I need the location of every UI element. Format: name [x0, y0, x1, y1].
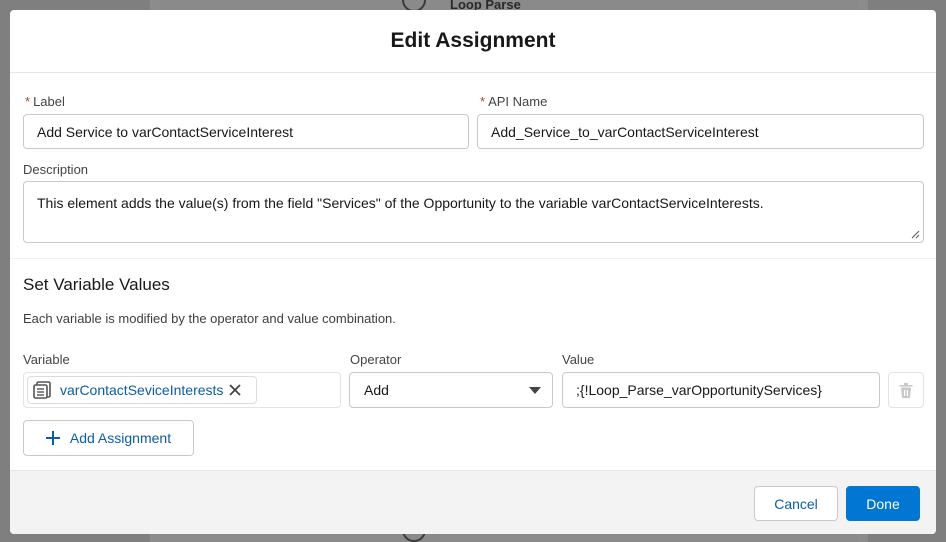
modal-header: Edit Assignment [10, 10, 936, 73]
chevron-down-icon [529, 387, 541, 394]
section-divider [10, 258, 936, 259]
variable-lookup[interactable]: varContactSeviceInterests [23, 372, 341, 408]
api-name-input-value: Add_Service_to_varContactServiceInterest [491, 123, 759, 140]
label-input-value: Add Service to varContactServiceInterest [37, 123, 294, 140]
value-input-value: ;{!Loop_Parse_varOpportunityServices} [576, 382, 822, 398]
cancel-button[interactable]: Cancel [754, 486, 838, 521]
description-textarea-value: This element adds the value(s) from the … [37, 195, 764, 211]
label-field-label: * Label [25, 94, 65, 109]
add-assignment-button[interactable]: Add Assignment [23, 420, 194, 456]
description-textarea[interactable]: This element adds the value(s) from the … [23, 181, 924, 243]
done-button[interactable]: Done [846, 486, 920, 521]
operator-select[interactable]: Add [349, 372, 553, 408]
add-icon [45, 431, 60, 445]
operator-selected-value: Add [364, 382, 389, 398]
add-assignment-label: Add Assignment [69, 430, 172, 446]
delete-row-button[interactable] [888, 372, 924, 408]
api-name-field-label-text: API Name [488, 94, 548, 109]
collection-variable-icon [32, 380, 52, 400]
value-column-header: Value [562, 352, 595, 367]
value-input[interactable]: ;{!Loop_Parse_varOpportunityServices} [562, 372, 880, 408]
canvas-node-title: Loop Parse [450, 0, 521, 10]
trash-icon [899, 382, 913, 398]
api-name-field-label: * API Name [480, 94, 547, 109]
variable-column-header: Variable [23, 352, 70, 367]
edit-assignment-modal: Edit Assignment * Label Add Service to va… [10, 10, 936, 534]
modal-footer: Cancel Done [10, 470, 936, 534]
operator-column-header: Operator [350, 352, 402, 367]
label-input[interactable]: Add Service to varContactServiceInterest [23, 114, 469, 149]
label-field-label-text: Label [33, 94, 65, 109]
api-name-input[interactable]: Add_Service_to_varContactServiceInterest [477, 114, 924, 149]
modal-title: Edit Assignment [390, 29, 556, 52]
resize-handle-icon[interactable] [911, 230, 920, 239]
section-description: Each variable is modified by the operato… [23, 311, 396, 326]
required-marker: * [25, 94, 31, 109]
section-title: Set Variable Values [23, 275, 170, 294]
remove-pill-icon[interactable] [227, 382, 243, 398]
description-field-label: Description [23, 162, 89, 177]
variable-pill[interactable]: varContactSeviceInterests [27, 376, 257, 404]
required-marker: * [480, 94, 486, 109]
variable-pill-label: varContactSeviceInterests [60, 382, 224, 398]
